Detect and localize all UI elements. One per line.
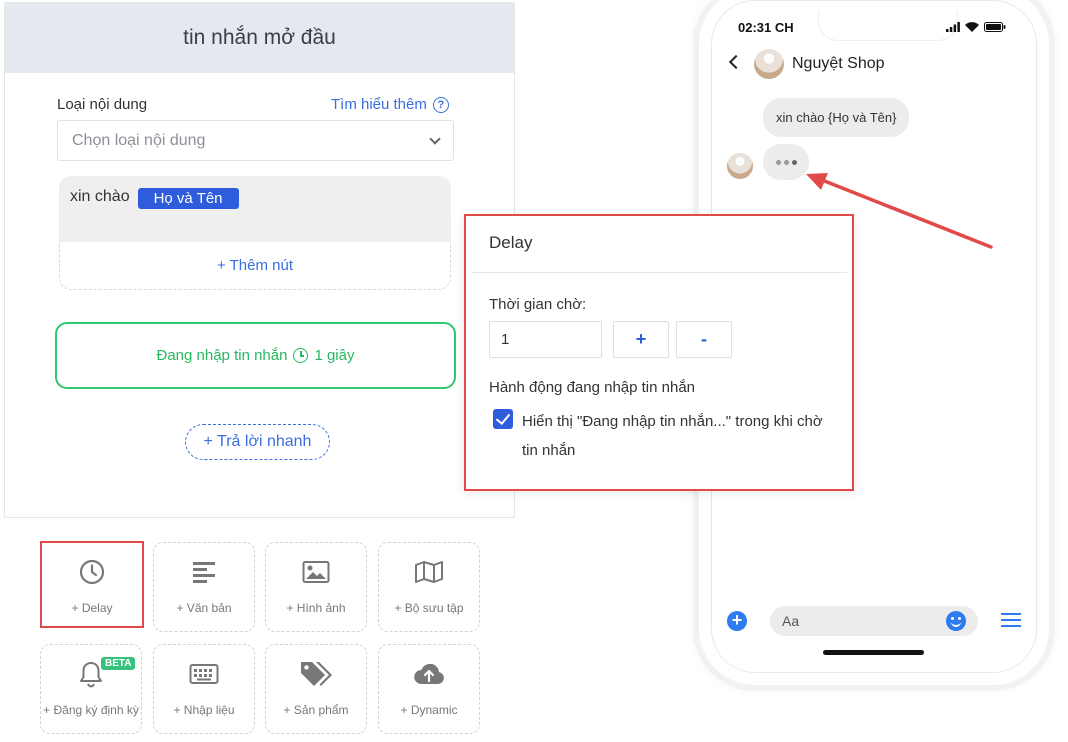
typing-text: Đang nhập tin nhắn xyxy=(156,347,288,364)
chevron-down-icon xyxy=(429,132,441,145)
increment-button[interactable]: + xyxy=(613,321,669,358)
typing-delay-block[interactable]: Đang nhập tin nhắn 1 giây xyxy=(55,322,456,389)
clock-icon xyxy=(293,348,309,363)
map-gallery-icon xyxy=(414,557,444,587)
tags-icon xyxy=(299,659,333,689)
typing-indicator xyxy=(763,144,809,180)
tool-label: + Bộ sưu tập xyxy=(394,601,464,615)
shop-name: Nguyệt Shop xyxy=(792,55,885,72)
tool-label: + Hình ảnh xyxy=(286,601,346,615)
status-icons xyxy=(946,22,1006,32)
composer-input[interactable]: Aa xyxy=(770,606,978,636)
card-title: tin nhắn mở đầu xyxy=(183,26,336,49)
image-icon xyxy=(302,557,330,587)
typing-action-label: Hành động đang nhập tin nhắn xyxy=(489,379,696,396)
show-typing-checkbox[interactable] xyxy=(493,409,513,429)
tool-subscription[interactable]: BETA + Đăng ký định kỳ xyxy=(40,644,142,734)
clock-icon xyxy=(79,557,105,587)
wait-time-label: Thời gian chờ: xyxy=(489,296,587,313)
help-icon: ? xyxy=(432,96,449,113)
tool-label: + Nhập liệu xyxy=(173,703,235,717)
message-bubble: xin chào {Họ và Tên} xyxy=(763,98,910,137)
wifi-icon xyxy=(965,22,979,32)
add-circle-icon[interactable]: + xyxy=(727,611,747,631)
tool-label: + Dynamic xyxy=(400,703,458,717)
tool-label: + Delay xyxy=(71,601,113,615)
avatar xyxy=(727,153,753,179)
tool-delay[interactable]: + Delay xyxy=(40,541,144,628)
tool-dynamic[interactable]: + Dynamic xyxy=(378,644,480,734)
message-text-area[interactable]: xin chào Họ và Tên xyxy=(59,176,451,242)
add-button-button[interactable]: + Thêm nút xyxy=(59,242,451,290)
content-type-select[interactable]: Chọn loại nội dung xyxy=(57,120,454,161)
select-placeholder: Chọn loại nội dung xyxy=(72,131,206,149)
delay-settings-panel: Delay Thời gian chờ: 1 + - Hành động đan… xyxy=(464,214,854,491)
tool-label: + Sản phẩm xyxy=(283,703,349,717)
show-typing-label: Hiển thị "Đang nhập tin nhắn..." trong k… xyxy=(522,413,823,459)
tool-image[interactable]: + Hình ảnh xyxy=(265,542,367,632)
phone-notch xyxy=(818,11,958,41)
text-lines-icon xyxy=(192,557,216,587)
tool-text[interactable]: + Văn bản xyxy=(153,542,255,632)
battery-icon xyxy=(984,22,1006,32)
beta-badge: BETA xyxy=(101,657,136,670)
menu-icon[interactable] xyxy=(1001,613,1021,629)
content-type-label: Loại nội dung xyxy=(57,96,148,113)
keyboard-icon xyxy=(189,659,219,689)
quick-reply-button[interactable]: + Trả lời nhanh xyxy=(185,424,330,460)
decrement-button[interactable]: - xyxy=(676,321,732,358)
shop-avatar xyxy=(754,49,784,79)
divider xyxy=(471,272,847,273)
tool-product[interactable]: + Sản phẩm xyxy=(265,644,367,734)
tool-input[interactable]: + Nhập liệu xyxy=(153,644,255,734)
tool-label: + Đăng ký định kỳ xyxy=(43,703,139,717)
cloud-upload-icon xyxy=(412,659,446,689)
tool-gallery[interactable]: + Bộ sưu tập xyxy=(378,542,480,632)
composer-placeholder: Aa xyxy=(782,613,800,629)
wait-time-input[interactable]: 1 xyxy=(489,321,602,358)
learn-more-label: Tìm hiểu thêm xyxy=(331,96,427,113)
learn-more-link[interactable]: Tìm hiểu thêm ? xyxy=(331,96,449,113)
card-header: tin nhắn mở đầu xyxy=(5,3,514,73)
signal-icon xyxy=(946,22,960,32)
status-time: 02:31 CH xyxy=(738,20,794,35)
smiley-icon[interactable] xyxy=(946,611,966,631)
delay-title: Delay xyxy=(489,233,533,252)
message-block: xin chào Họ và Tên + Thêm nút xyxy=(59,176,451,290)
name-variable-tag[interactable]: Họ và Tên xyxy=(137,188,239,209)
typing-duration: 1 giây xyxy=(314,347,355,364)
tool-label: + Văn bản xyxy=(176,601,232,615)
message-prefix: xin chào xyxy=(70,188,130,205)
home-indicator xyxy=(823,650,924,655)
